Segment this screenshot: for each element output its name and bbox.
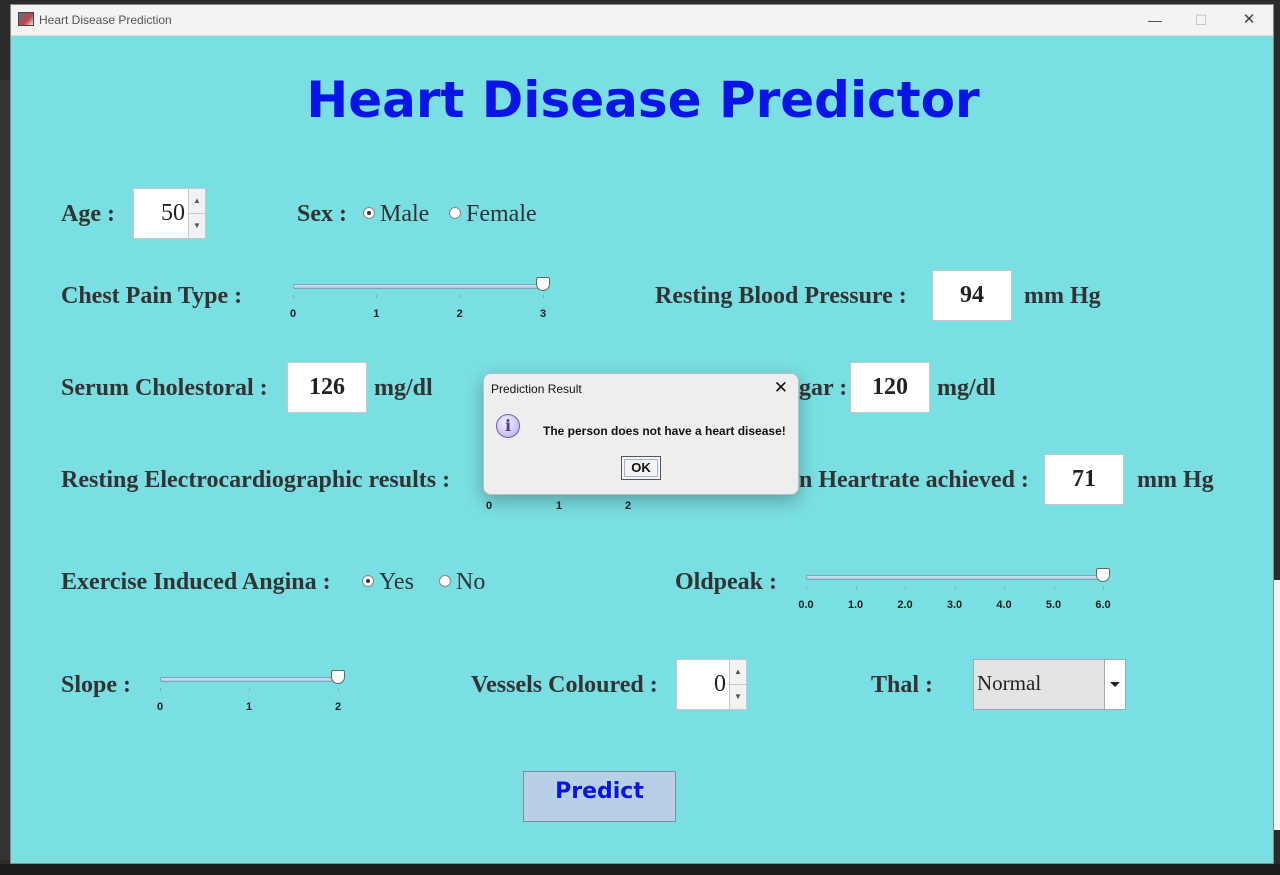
angina-label: Exercise Induced Angina : xyxy=(61,569,331,595)
age-value: 50 xyxy=(161,200,185,226)
desktop-background-right xyxy=(1274,580,1280,830)
cholesterol-label: Serum Cholestoral : xyxy=(61,375,268,401)
angina-no-label[interactable]: No xyxy=(456,569,485,596)
predict-button[interactable]: Predict xyxy=(523,771,676,822)
blood-sugar-input[interactable]: 120 xyxy=(850,362,930,413)
angina-yes-radio[interactable] xyxy=(362,575,374,587)
slope-tick-mark xyxy=(249,688,250,691)
dialog-close-button[interactable]: ✕ xyxy=(774,378,788,398)
resting-bp-label: Resting Blood Pressure : xyxy=(655,283,907,309)
oldpeak-tick-mark xyxy=(1103,586,1104,589)
thal-label: Thal : xyxy=(871,672,934,698)
slope-tick-label: 1 xyxy=(245,701,253,713)
chest-pain-tick-mark xyxy=(459,295,461,298)
oldpeak-tick-label: 2.0 xyxy=(897,599,913,611)
chevron-down-icon[interactable] xyxy=(1104,660,1125,709)
angina-yes-label[interactable]: Yes xyxy=(379,569,414,596)
window-title: Heart Disease Prediction xyxy=(39,13,172,27)
chest-pain-tick-label: 3 xyxy=(539,308,547,320)
oldpeak-tick-label: 3.0 xyxy=(946,599,963,611)
prediction-result-dialog: Prediction Result ✕ i The person does no… xyxy=(483,373,799,495)
close-window-button[interactable]: ✕ xyxy=(1229,9,1269,31)
oldpeak-label: Oldpeak : xyxy=(675,569,778,595)
desktop-taskbar-edge xyxy=(0,864,1280,875)
sex-female-label[interactable]: Female xyxy=(466,201,537,228)
chest-pain-slider-track xyxy=(293,284,543,289)
sex-label: Sex : xyxy=(297,201,347,227)
sex-female-radio[interactable] xyxy=(449,207,461,219)
slope-tick-label: 2 xyxy=(334,701,342,713)
dialog-ok-button[interactable]: OK xyxy=(621,456,661,480)
thal-dropdown[interactable]: Normal xyxy=(973,659,1126,710)
oldpeak-slider-track xyxy=(806,575,1103,580)
vessels-spinner-buttons: ▲ ▼ xyxy=(729,660,746,709)
dialog-message: The person does not have a heart disease… xyxy=(543,424,786,438)
oldpeak-tick-label: 1.0 xyxy=(847,599,864,611)
age-decrement-button[interactable]: ▼ xyxy=(189,214,205,239)
blood-sugar-label: gar : xyxy=(799,375,848,401)
vessels-increment-button[interactable]: ▲ xyxy=(730,660,746,685)
thal-selected-value: Normal xyxy=(977,671,1042,695)
ecg-tick-1: 1 xyxy=(555,500,563,512)
age-label: Age : xyxy=(61,201,115,227)
age-spinner[interactable]: 50 ▲ ▼ xyxy=(133,188,206,239)
chest-pain-label: Chest Pain Type : xyxy=(61,283,243,309)
maximize-button[interactable]: ☐ xyxy=(1181,9,1221,31)
oldpeak-tick-label: 4.0 xyxy=(996,599,1012,611)
slope-tick-mark xyxy=(160,688,161,691)
ecg-tick-0: 0 xyxy=(485,500,493,512)
cholesterol-input[interactable]: 126 xyxy=(287,362,367,413)
title-bar: Heart Disease Prediction — ☐ ✕ xyxy=(11,5,1273,36)
heartrate-unit: mm Hg xyxy=(1137,467,1214,493)
info-icon: i xyxy=(496,414,520,438)
vessels-label: Vessels Coloured : xyxy=(471,672,658,698)
sex-male-label[interactable]: Male xyxy=(380,201,429,228)
vessels-value: 0 xyxy=(714,671,726,697)
slope-tick-mark xyxy=(338,688,339,691)
oldpeak-tick-mark xyxy=(1053,586,1055,589)
oldpeak-tick-label: 0.0 xyxy=(798,599,814,611)
dialog-title: Prediction Result xyxy=(491,382,582,396)
slope-slider-track xyxy=(160,677,338,682)
chest-pain-tick-label: 2 xyxy=(456,308,463,320)
heartrate-input[interactable]: 71 xyxy=(1044,454,1124,505)
oldpeak-tick-mark xyxy=(905,586,906,589)
chest-pain-tick-label: 0 xyxy=(289,308,297,320)
heartrate-label: n Heartrate achieved : xyxy=(799,467,1029,493)
chest-pain-tick-mark xyxy=(376,295,378,298)
oldpeak-tick-mark xyxy=(1004,586,1005,589)
page-title: Heart Disease Predictor xyxy=(306,71,980,129)
slope-label: Slope : xyxy=(61,672,132,698)
minimize-button[interactable]: — xyxy=(1135,9,1175,31)
resting-bp-input[interactable]: 94 xyxy=(932,270,1012,321)
age-increment-button[interactable]: ▲ xyxy=(189,189,205,214)
blood-sugar-unit: mg/dl xyxy=(937,375,996,401)
sex-male-radio[interactable] xyxy=(363,207,375,219)
oldpeak-slider-thumb[interactable] xyxy=(1096,568,1110,582)
angina-no-radio[interactable] xyxy=(439,575,451,587)
oldpeak-tick-mark xyxy=(855,586,857,589)
resting-bp-unit: mm Hg xyxy=(1024,283,1101,309)
chest-pain-tick-mark xyxy=(543,295,544,298)
oldpeak-tick-mark xyxy=(954,586,956,589)
cholesterol-unit: mg/dl xyxy=(374,375,433,401)
chest-pain-tick-label: 1 xyxy=(373,308,380,320)
ecg-tick-2: 2 xyxy=(624,500,632,512)
app-icon xyxy=(18,12,34,26)
chest-pain-slider-thumb[interactable] xyxy=(536,277,550,291)
oldpeak-tick-mark xyxy=(806,586,807,589)
age-spinner-buttons: ▲ ▼ xyxy=(188,189,205,238)
ecg-label: Resting Electrocardiographic results : xyxy=(61,467,451,493)
slope-tick-label: 0 xyxy=(156,701,164,713)
chest-pain-tick-mark xyxy=(293,295,294,298)
vessels-spinner[interactable]: 0 ▲ ▼ xyxy=(676,659,747,710)
oldpeak-tick-label: 5.0 xyxy=(1045,599,1062,611)
vessels-decrement-button[interactable]: ▼ xyxy=(730,685,746,710)
slope-slider-thumb[interactable] xyxy=(331,670,345,684)
oldpeak-tick-label: 6.0 xyxy=(1095,599,1111,611)
